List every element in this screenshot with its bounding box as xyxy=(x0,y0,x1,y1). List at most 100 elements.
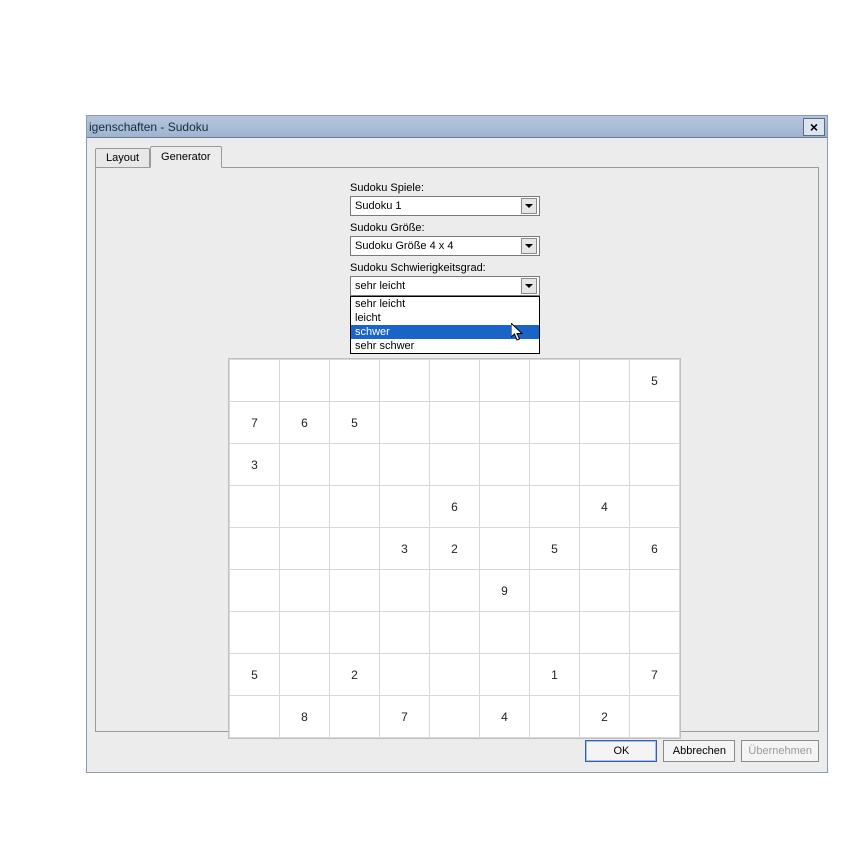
dialog-window: igenschaften - Sudoku × Layout Generator… xyxy=(86,115,828,773)
dropdown-arrow-icon xyxy=(521,198,537,214)
schwierigkeit-dropdown: sehr leicht leicht schwer sehr schwer xyxy=(350,296,540,354)
schwierigkeit-value: sehr leicht xyxy=(355,280,521,292)
sudoku-cell xyxy=(380,570,430,612)
sudoku-cell: 2 xyxy=(330,654,380,696)
ok-button[interactable]: OK xyxy=(585,740,657,762)
option-leicht[interactable]: leicht xyxy=(351,311,539,325)
groesse-value: Sudoku Größe 4 x 4 xyxy=(355,240,521,252)
option-sehr-leicht[interactable]: sehr leicht xyxy=(351,297,539,311)
sudoku-cell xyxy=(280,612,330,654)
field-groesse: Sudoku Größe: Sudoku Größe 4 x 4 xyxy=(350,222,804,256)
sudoku-cell xyxy=(430,570,480,612)
tab-panel-generator: Sudoku Spiele: Sudoku 1 Sudoku Größe: Su… xyxy=(95,167,819,732)
sudoku-cell: 7 xyxy=(630,654,680,696)
sudoku-cell: 5 xyxy=(530,528,580,570)
sudoku-cell xyxy=(430,360,480,402)
sudoku-cell: 8 xyxy=(280,696,330,738)
sudoku-cell xyxy=(330,612,380,654)
sudoku-cell: 2 xyxy=(580,696,630,738)
sudoku-cell: 5 xyxy=(230,654,280,696)
sudoku-cell xyxy=(480,528,530,570)
sudoku-cell xyxy=(530,486,580,528)
sudoku-cell xyxy=(630,612,680,654)
sudoku-cell xyxy=(480,612,530,654)
form: Sudoku Spiele: Sudoku 1 Sudoku Größe: Su… xyxy=(350,182,804,296)
sudoku-cell xyxy=(580,570,630,612)
sudoku-cell xyxy=(480,444,530,486)
sudoku-cell xyxy=(230,528,280,570)
sudoku-cell xyxy=(280,654,330,696)
sudoku-cell xyxy=(630,444,680,486)
tab-layout[interactable]: Layout xyxy=(95,148,150,168)
sudoku-cell xyxy=(280,486,330,528)
sudoku-cell xyxy=(230,696,280,738)
sudoku-cell xyxy=(330,528,380,570)
sudoku-cell: 5 xyxy=(330,402,380,444)
sudoku-cell xyxy=(380,360,430,402)
sudoku-cell xyxy=(280,444,330,486)
sudoku-cell xyxy=(380,444,430,486)
sudoku-cell xyxy=(330,360,380,402)
window-title: igenschaften - Sudoku xyxy=(89,120,803,134)
dialog-buttons: OK Abbrechen Übernehmen xyxy=(95,740,819,762)
sudoku-cell xyxy=(580,402,630,444)
sudoku-cell xyxy=(380,486,430,528)
sudoku-cell: 3 xyxy=(380,528,430,570)
groesse-label: Sudoku Größe: xyxy=(350,222,804,234)
sudoku-cell xyxy=(530,570,580,612)
option-schwer[interactable]: schwer xyxy=(351,325,539,339)
sudoku-cell xyxy=(580,528,630,570)
sudoku-cell xyxy=(480,486,530,528)
sudoku-cell xyxy=(430,654,480,696)
sudoku-cell xyxy=(580,654,630,696)
schwierigkeit-select[interactable]: sehr leicht sehr leicht leicht schwer se… xyxy=(350,276,540,296)
sudoku-cell xyxy=(230,360,280,402)
tab-strip: Layout Generator xyxy=(95,146,819,168)
apply-button: Übernehmen xyxy=(741,740,819,762)
sudoku-cell: 4 xyxy=(580,486,630,528)
sudoku-cell xyxy=(380,612,430,654)
sudoku-cell xyxy=(480,402,530,444)
sudoku-cell: 6 xyxy=(280,402,330,444)
spiele-value: Sudoku 1 xyxy=(355,200,521,212)
groesse-select[interactable]: Sudoku Größe 4 x 4 xyxy=(350,236,540,256)
sudoku-cell: 6 xyxy=(630,528,680,570)
sudoku-cell xyxy=(580,612,630,654)
sudoku-cell xyxy=(280,360,330,402)
sudoku-cell xyxy=(530,612,580,654)
sudoku-cell xyxy=(530,402,580,444)
tab-generator[interactable]: Generator xyxy=(150,146,222,168)
close-button[interactable]: × xyxy=(803,118,825,136)
sudoku-cell xyxy=(630,696,680,738)
sudoku-cell xyxy=(580,360,630,402)
sudoku-cell: 3 xyxy=(230,444,280,486)
titlebar: igenschaften - Sudoku × xyxy=(87,116,827,138)
option-sehr-schwer[interactable]: sehr schwer xyxy=(351,339,539,353)
sudoku-cell: 7 xyxy=(380,696,430,738)
sudoku-cell xyxy=(380,402,430,444)
schwierigkeit-label: Sudoku Schwierigkeitsgrad: xyxy=(350,262,804,274)
sudoku-cell xyxy=(230,612,280,654)
sudoku-cell: 5 xyxy=(630,360,680,402)
sudoku-cell xyxy=(480,654,530,696)
sudoku-cell xyxy=(630,570,680,612)
sudoku-cell: 6 xyxy=(430,486,480,528)
field-schwierigkeit: Sudoku Schwierigkeitsgrad: sehr leicht s… xyxy=(350,262,804,296)
sudoku-cell xyxy=(330,570,380,612)
sudoku-cell xyxy=(430,444,480,486)
sudoku-cell xyxy=(530,696,580,738)
sudoku-cell xyxy=(530,444,580,486)
sudoku-cell xyxy=(480,360,530,402)
dropdown-arrow-icon xyxy=(521,278,537,294)
spiele-select[interactable]: Sudoku 1 xyxy=(350,196,540,216)
dropdown-arrow-icon xyxy=(521,238,537,254)
sudoku-cell xyxy=(280,570,330,612)
client-area: Layout Generator Sudoku Spiele: Sudoku 1… xyxy=(87,138,827,772)
sudoku-cell xyxy=(380,654,430,696)
sudoku-cell xyxy=(330,696,380,738)
sudoku-cell xyxy=(430,696,480,738)
sudoku-cell xyxy=(330,444,380,486)
cancel-button[interactable]: Abbrechen xyxy=(663,740,735,762)
sudoku-cell xyxy=(630,486,680,528)
sudoku-cell xyxy=(580,444,630,486)
